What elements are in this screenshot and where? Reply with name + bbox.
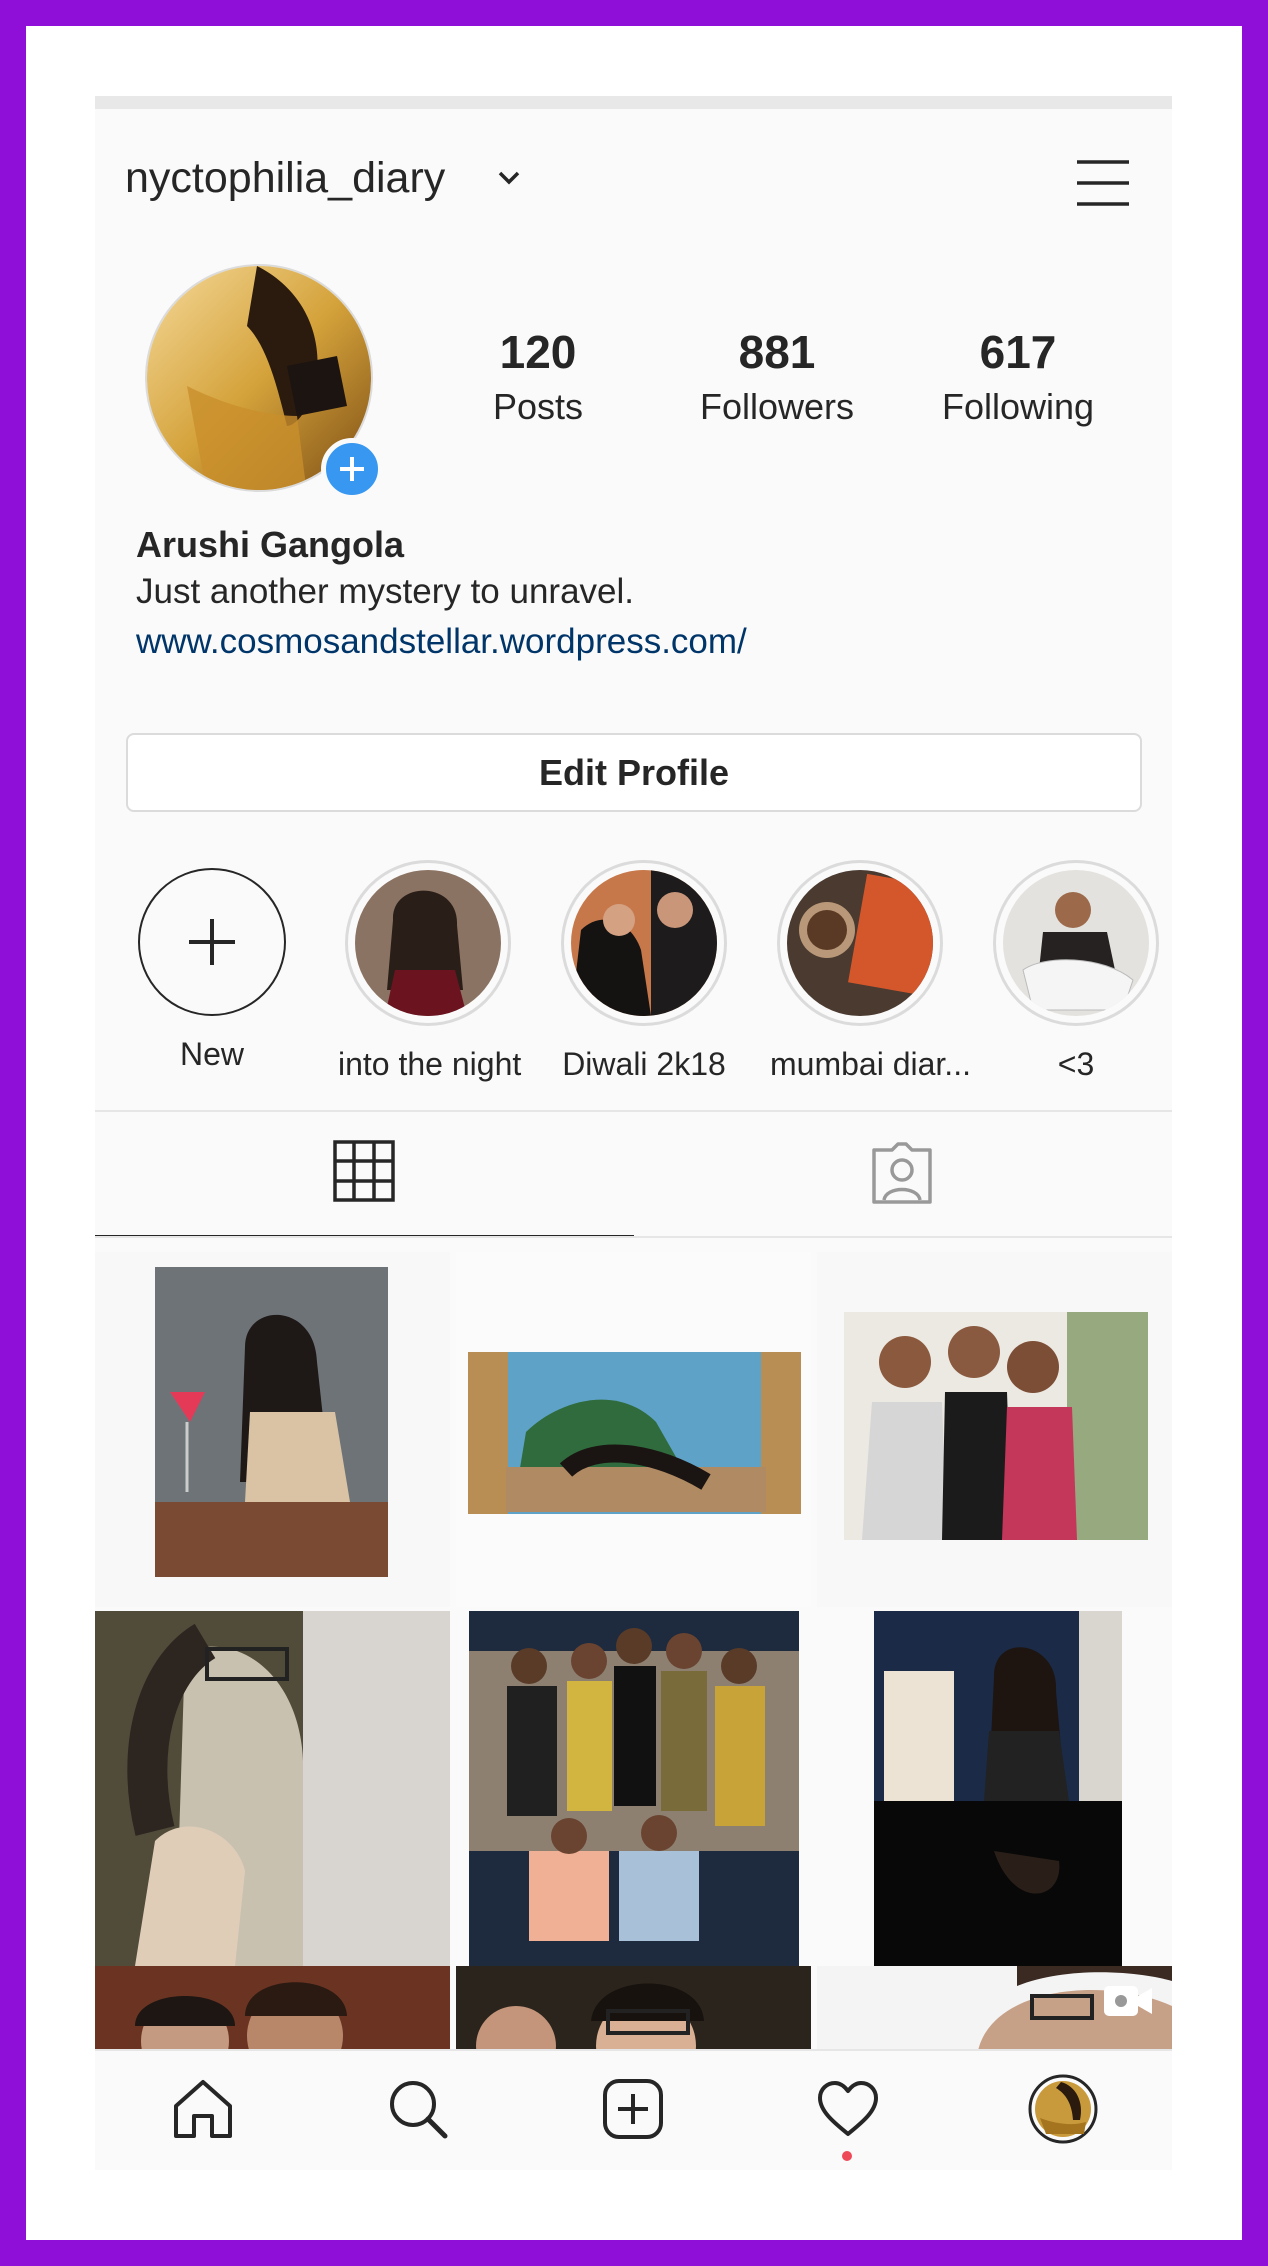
add-story-button[interactable] (321, 438, 383, 500)
nav-home[interactable] (95, 2051, 310, 2170)
post-thumbnail[interactable] (95, 1966, 450, 2056)
bottom-navigation (95, 2049, 1172, 2170)
nav-search[interactable] (310, 2051, 525, 2170)
post-thumbnail[interactable] (456, 1966, 811, 2056)
post-thumbnail[interactable] (95, 1252, 450, 1607)
video-icon (1102, 1984, 1154, 2023)
grid-icon (333, 1140, 395, 1207)
search-icon (387, 2078, 449, 2145)
posts-stat[interactable]: 120 Posts (428, 328, 648, 428)
highlight-label: New (179, 1036, 244, 1072)
highlight-cover (561, 860, 727, 1026)
highlight-heart[interactable]: <3 (986, 860, 1166, 1083)
highlight-mumbai[interactable]: mumbai diar... (770, 860, 971, 1083)
profile-header: nyctophilia_diary (95, 109, 1172, 227)
tab-tagged[interactable] (633, 1112, 1172, 1238)
new-highlight-button[interactable] (138, 868, 286, 1016)
post-thumbnail[interactable] (456, 1252, 811, 1607)
highlight-cover (777, 860, 943, 1026)
post-thumbnail[interactable] (817, 1966, 1172, 2056)
full-name: Arushi Gangola (136, 524, 405, 565)
nav-profile[interactable] (955, 2051, 1170, 2170)
followers-count: 881 (738, 326, 816, 378)
highlight-diwali-2k18[interactable]: Diwali 2k18 (554, 860, 734, 1083)
website-link[interactable]: www.cosmosandstellar.wordpress.com/ (136, 622, 747, 662)
highlight-cover (993, 860, 1159, 1026)
chevron-down-icon[interactable] (498, 171, 520, 190)
profile-avatar-icon (1028, 2074, 1098, 2149)
posts-count: 120 (499, 326, 577, 378)
highlight-into-the-night[interactable]: into the night (338, 860, 522, 1083)
post-thumbnail[interactable] (469, 1611, 799, 1966)
bio-text: Just another mystery to unravel. (136, 572, 634, 611)
divider (95, 1236, 1172, 1238)
heart-icon (816, 2080, 880, 2143)
highlight-label: mumbai diar... (770, 1046, 971, 1082)
instagram-profile-screen: nyctophilia_diary 120 Posts 881 Follower… (95, 96, 1172, 2170)
menu-icon[interactable] (1075, 159, 1131, 212)
nav-new-post[interactable] (525, 2051, 740, 2170)
status-bar (95, 96, 1172, 109)
followers-label: Followers (699, 386, 855, 427)
add-post-icon (602, 2078, 664, 2145)
highlight-label: Diwali 2k18 (562, 1046, 726, 1082)
post-thumbnail[interactable] (95, 1611, 450, 1966)
following-count: 617 (979, 326, 1057, 378)
nav-activity[interactable] (740, 2051, 955, 2170)
highlight-new[interactable]: New (122, 860, 302, 1073)
edit-profile-button[interactable]: Edit Profile (126, 733, 1142, 812)
highlight-cover (345, 860, 511, 1026)
highlight-label: <3 (1057, 1046, 1095, 1082)
posts-label: Posts (492, 386, 584, 427)
username-switcher[interactable]: nyctophilia_diary (125, 154, 445, 203)
following-stat[interactable]: 617 Following (908, 328, 1128, 428)
highlight-label: into the night (338, 1046, 522, 1082)
post-thumbnail[interactable] (817, 1252, 1172, 1607)
profile-tabs (95, 1112, 1172, 1240)
tab-grid[interactable] (95, 1112, 634, 1238)
notification-dot (842, 2151, 852, 2161)
followers-stat[interactable]: 881 Followers (667, 328, 887, 428)
following-label: Following (941, 386, 1095, 427)
post-thumbnail[interactable] (874, 1611, 1122, 1966)
home-icon (172, 2078, 234, 2145)
tagged-person-icon (870, 1141, 934, 1209)
